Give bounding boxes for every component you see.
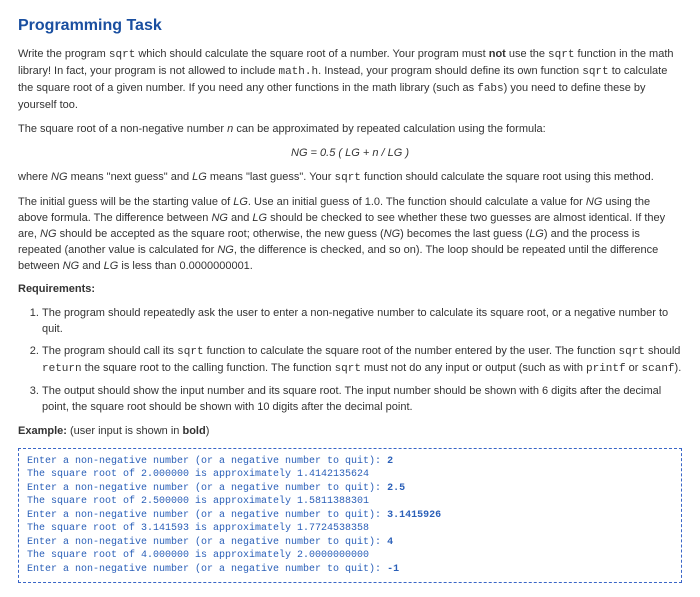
requirement-2: The program should call its sqrt functio… bbox=[42, 344, 682, 378]
where-paragraph: where NG means "next guess" and LG means… bbox=[18, 170, 682, 187]
example-output: Enter a non-negative number (or a negati… bbox=[18, 448, 682, 584]
requirements-heading: Requirements: bbox=[18, 282, 682, 298]
formula: NG = 0.5 ( LG + n / LG ) bbox=[18, 146, 682, 162]
page-title: Programming Task bbox=[18, 14, 682, 37]
requirement-3: The output should show the input number … bbox=[42, 384, 682, 416]
intro-paragraph: Write the program sqrt which should calc… bbox=[18, 47, 682, 114]
requirements-list: The program should repeatedly ask the us… bbox=[18, 306, 682, 416]
algorithm-paragraph: The initial guess will be the starting v… bbox=[18, 195, 682, 275]
approx-intro: The square root of a non-negative number… bbox=[18, 122, 682, 138]
example-heading: Example: (user input is shown in bold) bbox=[18, 424, 682, 440]
requirement-1: The program should repeatedly ask the us… bbox=[42, 306, 682, 338]
